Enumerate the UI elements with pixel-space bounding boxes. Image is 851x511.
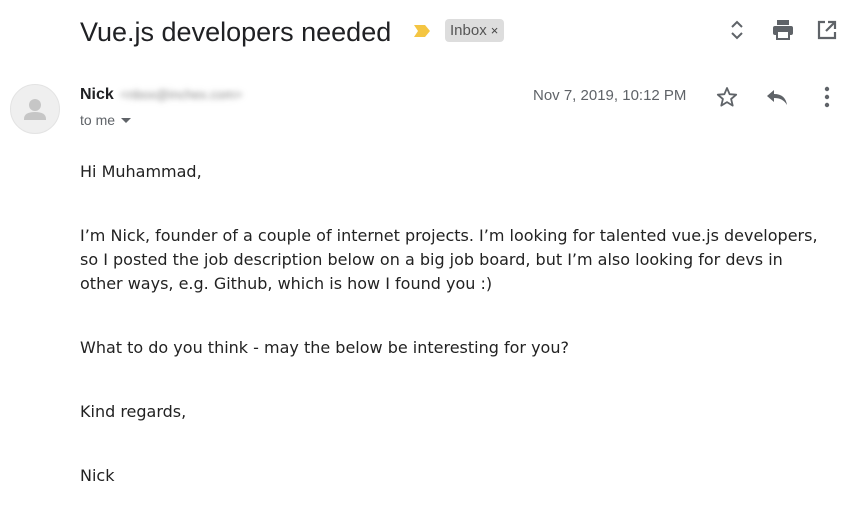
question-paragraph: What to do you think - may the below be … xyxy=(80,338,569,357)
chevron-down-icon xyxy=(121,117,132,123)
remove-label-icon[interactable]: × xyxy=(491,23,499,38)
importance-marker-icon[interactable] xyxy=(412,23,432,39)
reply-icon[interactable] xyxy=(764,84,790,110)
email-view: Vue.js developers needed Inbox × Nick <n… xyxy=(0,0,851,511)
email-body: Hi Muhammad, I’m Nick, founder of a coup… xyxy=(80,160,845,488)
sender-email: <nbox@inchex.com> xyxy=(120,87,243,102)
closing: Kind regards, xyxy=(80,402,187,421)
sender-name: Nick xyxy=(80,86,114,103)
open-in-new-window-icon[interactable] xyxy=(815,18,839,42)
inbox-label-chip[interactable]: Inbox × xyxy=(445,19,505,42)
paragraph-line: I’m Nick, founder of a couple of interne… xyxy=(80,226,818,245)
email-date: Nov 7, 2019, 10:12 PM xyxy=(533,87,687,104)
avatar[interactable] xyxy=(10,84,60,134)
label-text: Inbox xyxy=(450,22,487,39)
print-icon[interactable] xyxy=(771,18,795,42)
paragraph-line: so I posted the job description below on… xyxy=(80,250,783,269)
avatar-icon xyxy=(24,99,46,120)
expand-collapse-icon[interactable] xyxy=(725,18,749,42)
email-subject: Vue.js developers needed xyxy=(80,17,392,47)
signature: Nick xyxy=(80,466,115,485)
paragraph-line: other ways, e.g. Github, which is how I … xyxy=(80,274,493,293)
recipient-label: to me xyxy=(80,112,116,128)
more-options-icon[interactable] xyxy=(814,84,840,110)
greeting: Hi Muhammad, xyxy=(80,162,202,181)
star-icon[interactable] xyxy=(714,84,740,110)
recipient-details-toggle[interactable]: to me xyxy=(80,112,132,128)
